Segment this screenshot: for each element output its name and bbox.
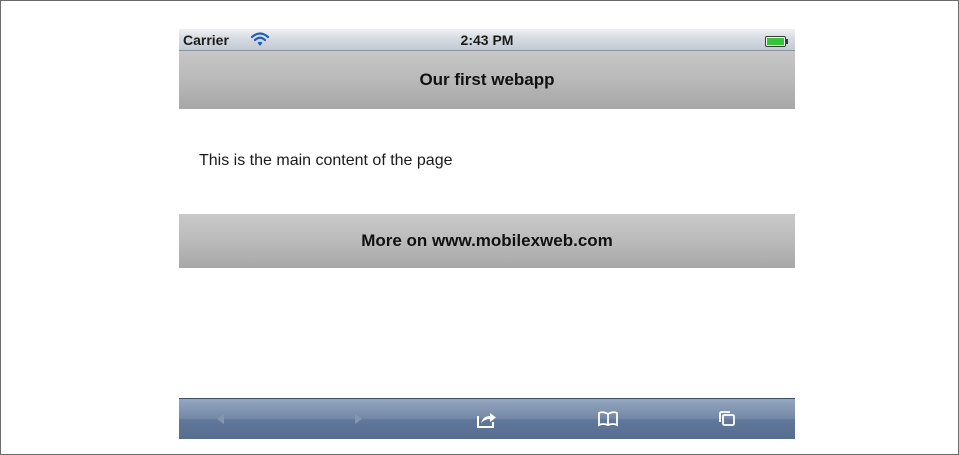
- status-bar: Carrier 2:43 PM: [179, 29, 795, 51]
- status-time: 2:43 PM: [460, 32, 514, 48]
- footer-link[interactable]: More on www.mobilexweb.com: [179, 214, 795, 268]
- page-title: Our first webapp: [419, 70, 555, 89]
- screenshot-frame: Carrier 2:43 PM Our first webapp This is…: [0, 0, 959, 455]
- pages-button[interactable]: [707, 399, 747, 439]
- bookmarks-button[interactable]: [588, 399, 628, 439]
- forward-arrow-icon: [351, 412, 365, 426]
- iphone-screen: Carrier 2:43 PM Our first webapp This is…: [179, 29, 795, 439]
- back-arrow-icon: [214, 412, 228, 426]
- main-content-text: This is the main content of the page: [199, 152, 453, 169]
- forward-button[interactable]: [338, 399, 378, 439]
- pages-icon: [717, 410, 737, 428]
- back-button[interactable]: [201, 399, 241, 439]
- footer-link-label: More on www.mobilexweb.com: [361, 231, 613, 250]
- main-content: This is the main content of the page: [179, 109, 795, 214]
- share-button[interactable]: [467, 399, 507, 439]
- share-icon: [476, 409, 498, 429]
- bookmarks-icon: [597, 410, 619, 428]
- header-bar: Our first webapp: [179, 51, 795, 109]
- browser-toolbar: [179, 398, 795, 439]
- battery-icon: [765, 34, 789, 47]
